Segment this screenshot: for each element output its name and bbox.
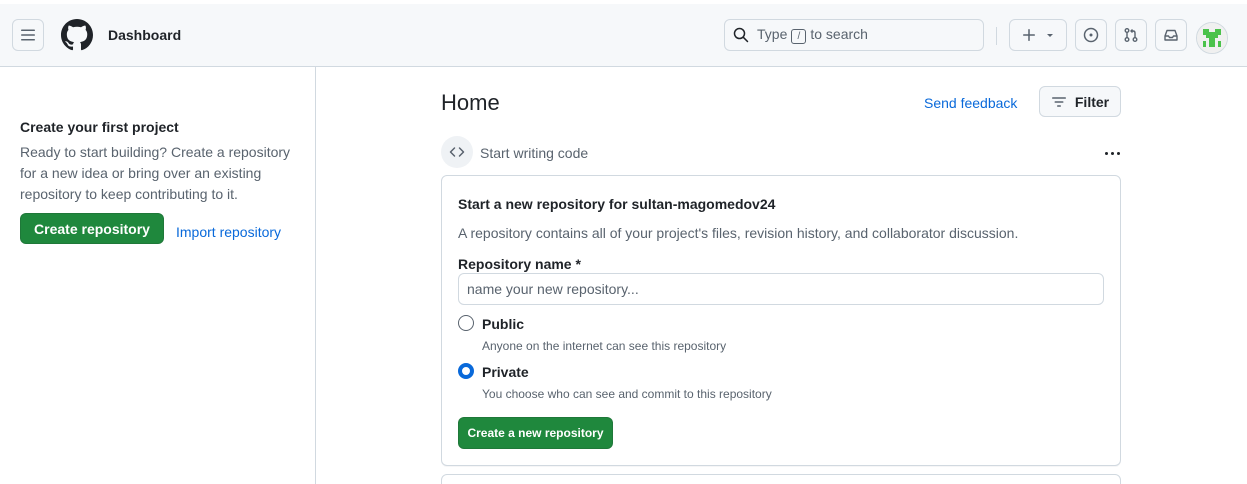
private-radio[interactable] xyxy=(458,363,474,379)
next-card xyxy=(441,474,1121,484)
github-logo-icon[interactable] xyxy=(61,19,93,51)
global-header: Dashboard Type / to search xyxy=(0,0,1247,67)
search-icon xyxy=(733,27,749,43)
send-feedback-link[interactable]: Send feedback xyxy=(924,95,1017,111)
repository-name-input[interactable] xyxy=(458,273,1104,305)
sidebar-heading: Create your first project xyxy=(20,119,179,135)
create-new-repository-button[interactable]: Create a new repository xyxy=(458,417,613,449)
user-avatar[interactable] xyxy=(1196,22,1228,54)
private-option-label[interactable]: Private xyxy=(482,364,529,380)
filter-icon xyxy=(1051,96,1066,107)
inbox-icon xyxy=(1164,29,1178,41)
hamburger-icon xyxy=(21,29,35,41)
repository-name-label: Repository name * xyxy=(458,256,581,272)
public-radio[interactable] xyxy=(458,315,474,331)
search-prefix: Type xyxy=(757,26,788,42)
card-description: A repository contains all of your projec… xyxy=(458,225,1019,241)
code-icon-badge xyxy=(441,136,473,168)
issue-opened-icon xyxy=(1083,27,1099,43)
search-suffix: to search xyxy=(810,26,868,42)
your-pull-requests-button[interactable] xyxy=(1115,19,1147,51)
your-issues-button[interactable] xyxy=(1075,19,1107,51)
filter-button[interactable]: Filter xyxy=(1039,86,1121,117)
search-placeholder: Type / to search xyxy=(757,26,868,44)
dashboard-sidebar: Create your first project Ready to start… xyxy=(0,67,316,484)
create-repository-button[interactable]: Create repository xyxy=(20,213,164,244)
header-divider xyxy=(996,27,997,45)
identicon-avatar-icon xyxy=(1197,23,1227,53)
section-label: Start writing code xyxy=(480,145,589,161)
kebab-horizontal-icon[interactable] xyxy=(1102,146,1122,160)
search-input[interactable]: Type / to search xyxy=(724,19,984,51)
search-shortcut-key: / xyxy=(791,29,807,44)
filter-label: Filter xyxy=(1074,93,1110,110)
public-option-description: Anyone on the internet can see this repo… xyxy=(482,339,727,353)
import-repository-link[interactable]: Import repository xyxy=(176,224,281,240)
create-new-button[interactable] xyxy=(1009,19,1067,51)
page-title: Home xyxy=(441,90,500,115)
private-option-description: You choose who can see and commit to thi… xyxy=(482,387,772,401)
triangle-down-icon xyxy=(1047,34,1053,37)
sidebar-description: Ready to start building? Create a reposi… xyxy=(20,144,291,202)
plus-icon xyxy=(1023,29,1035,41)
new-repository-card: Start a new repository for sultan-magome… xyxy=(441,175,1121,466)
notifications-inbox-button[interactable] xyxy=(1155,19,1187,51)
context-title[interactable]: Dashboard xyxy=(108,27,181,43)
open-global-navigation-button[interactable] xyxy=(12,19,44,51)
card-title: Start a new repository for sultan-magome… xyxy=(458,196,776,212)
git-pull-request-icon xyxy=(1124,28,1138,42)
public-option-label[interactable]: Public xyxy=(482,316,524,332)
code-icon xyxy=(449,147,465,157)
